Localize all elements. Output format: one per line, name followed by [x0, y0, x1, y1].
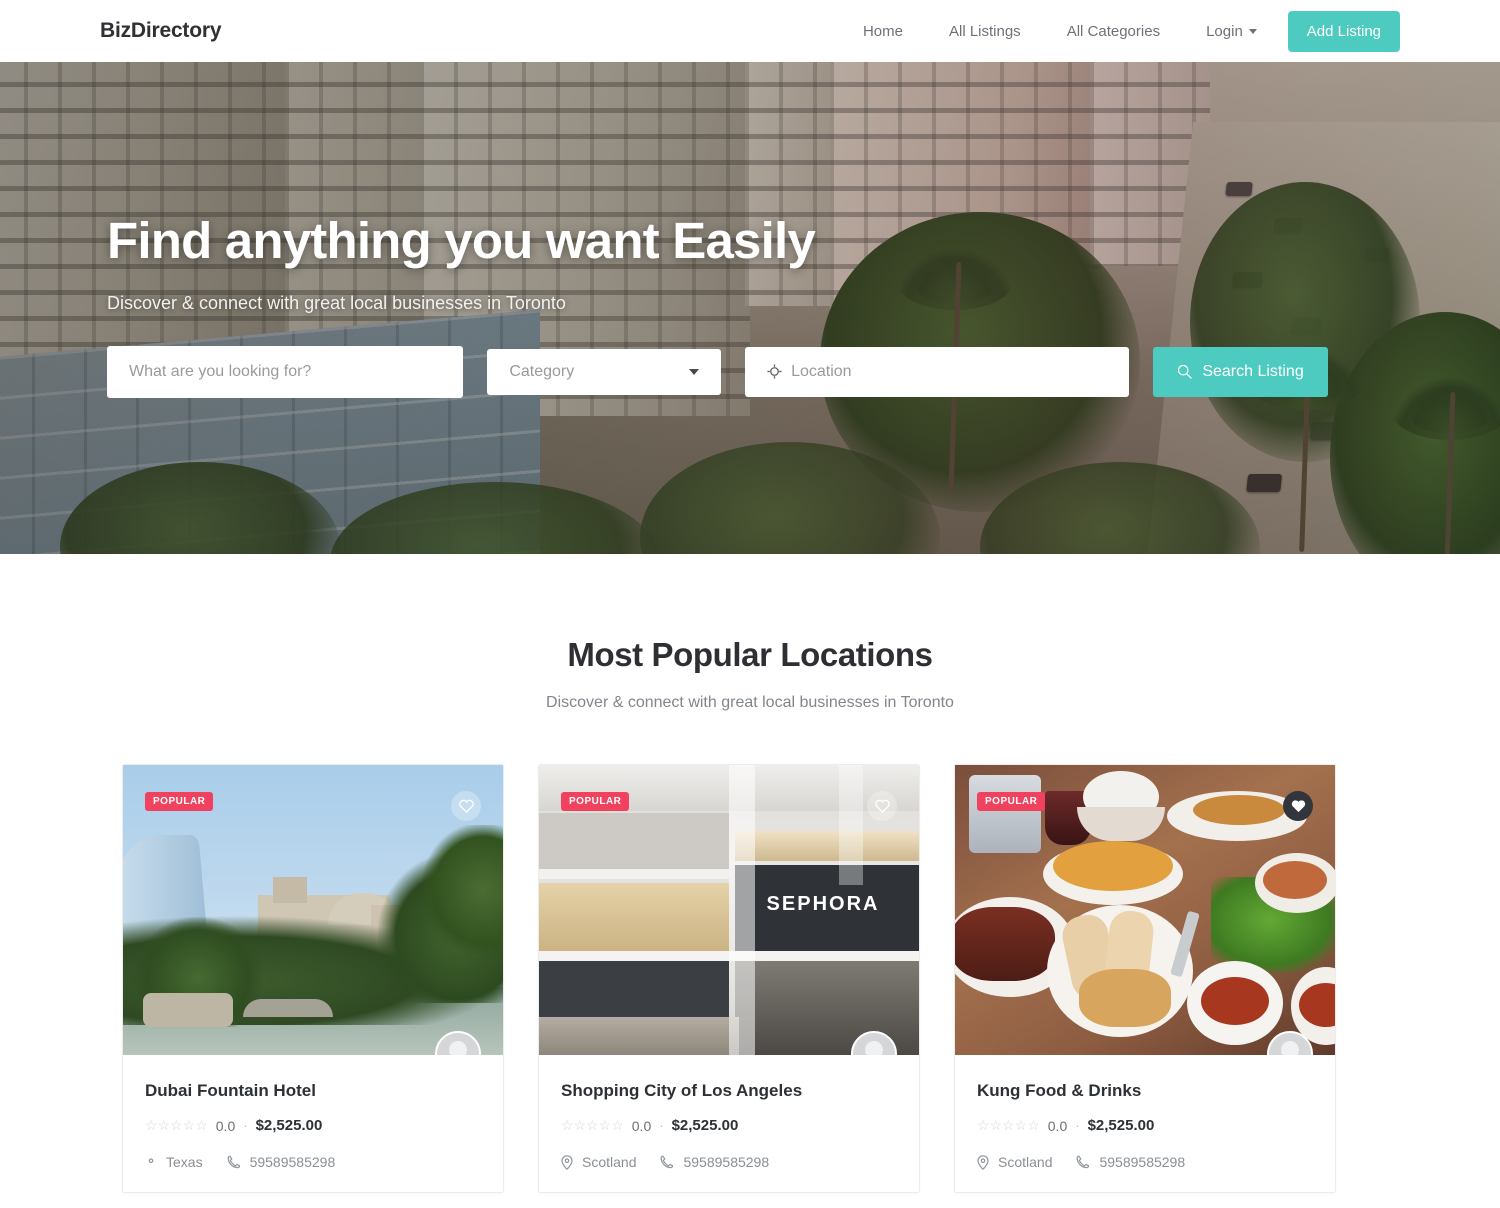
search-listing-label: Search Listing: [1202, 362, 1304, 380]
listing-image[interactable]: POPULAR: [123, 765, 503, 1055]
listing-location: Scotland: [998, 1154, 1053, 1170]
listing-location: Scotland: [582, 1154, 637, 1170]
meta-separator: ·: [243, 1118, 248, 1133]
keyword-placeholder-text: What are you looking for?: [129, 362, 312, 380]
popular-locations-section: Most Popular Locations Discover & connec…: [0, 554, 1500, 1193]
section-title: Most Popular Locations: [567, 636, 933, 673]
location-crosshair-icon: [767, 364, 782, 379]
chevron-down-icon: [1248, 28, 1257, 34]
meta-separator: ·: [1075, 1118, 1080, 1133]
phone-icon: [227, 1155, 241, 1169]
nav-link-login[interactable]: Login: [1183, 23, 1273, 40]
listing-phone: 59589585298: [683, 1154, 770, 1170]
meta-separator: ·: [659, 1118, 664, 1133]
keyword-search-input[interactable]: What are you looking for?: [107, 345, 464, 398]
favorite-heart-icon[interactable]: [867, 791, 897, 821]
popular-badge: POPULAR: [145, 792, 214, 811]
listing-card[interactable]: POPULAR Kung Food & Drinks ☆☆☆☆☆ 0.0 · $…: [954, 764, 1336, 1193]
listing-title[interactable]: Shopping City of Los Angeles: [561, 1081, 897, 1101]
chevron-down-icon: [689, 368, 700, 375]
location-search-input[interactable]: Location: [745, 346, 1130, 397]
hero-subtitle: Discover & connect with great local busi…: [107, 292, 566, 313]
favorite-heart-icon[interactable]: [451, 791, 481, 821]
category-selected-value: Category: [509, 362, 575, 380]
search-listing-button[interactable]: Search Listing: [1153, 346, 1328, 397]
listing-cards-grid: POPULAR Dubai Fountain Hotel ☆☆☆☆☆ 0.0 ·…: [0, 712, 1500, 1193]
nav-link-all-categories[interactable]: All Categories: [1044, 23, 1183, 40]
listing-card[interactable]: SEPHORA POPULAR Shopping City of Los Ang…: [538, 764, 920, 1193]
nav-link-all-listings[interactable]: All Listings: [926, 23, 1044, 40]
map-pin-icon: [145, 1155, 157, 1170]
map-pin-icon: [977, 1154, 989, 1170]
listing-price: $2,525.00: [671, 1117, 739, 1134]
map-pin-icon: [561, 1154, 573, 1170]
listing-title[interactable]: Kung Food & Drinks: [977, 1081, 1313, 1101]
star-rating: ☆☆☆☆☆: [561, 1117, 624, 1133]
rating-value: 0.0: [631, 1117, 652, 1134]
listing-phone: 59589585298: [249, 1154, 336, 1170]
brand-logo[interactable]: BizDirectory: [100, 19, 222, 43]
nav-link-login-label: Login: [1206, 22, 1243, 40]
listing-image[interactable]: SEPHORA POPULAR: [539, 765, 919, 1055]
star-rating: ☆☆☆☆☆: [145, 1117, 208, 1133]
star-rating: ☆☆☆☆☆: [977, 1117, 1040, 1133]
rating-value: 0.0: [215, 1117, 236, 1134]
favorite-heart-icon[interactable]: [1283, 791, 1313, 821]
magnifier-icon: [1177, 364, 1192, 379]
section-subtitle: Discover & connect with great local busi…: [546, 694, 954, 711]
listing-title[interactable]: Dubai Fountain Hotel: [145, 1081, 481, 1101]
popular-badge: POPULAR: [977, 792, 1046, 811]
hero-content: Find anything you want Easily Discover &…: [0, 62, 1500, 398]
phone-icon: [660, 1155, 674, 1169]
listing-card[interactable]: POPULAR Dubai Fountain Hotel ☆☆☆☆☆ 0.0 ·…: [122, 764, 504, 1193]
hero-title: Find anything you want Easily: [107, 212, 816, 269]
listing-price: $2,525.00: [255, 1117, 323, 1134]
category-select[interactable]: Category: [487, 348, 722, 395]
rating-value: 0.0: [1047, 1117, 1068, 1134]
hero-banner: Find anything you want Easily Discover &…: [0, 62, 1500, 554]
listing-price: $2,525.00: [1087, 1117, 1155, 1134]
popular-badge: POPULAR: [561, 792, 630, 811]
site-header: BizDirectory Home All Listings All Categ…: [0, 0, 1500, 62]
listing-image[interactable]: POPULAR: [955, 765, 1335, 1055]
location-placeholder-text: Location: [791, 362, 852, 380]
nav-link-home[interactable]: Home: [840, 23, 926, 40]
phone-icon: [1076, 1155, 1090, 1169]
add-listing-button[interactable]: Add Listing: [1287, 10, 1400, 52]
listing-location: Texas: [166, 1154, 203, 1170]
main-navigation: Home All Listings All Categories Login A…: [840, 10, 1400, 52]
listing-phone: 59589585298: [1099, 1154, 1186, 1170]
hero-search-bar: What are you looking for? Category Locat: [107, 345, 1328, 398]
